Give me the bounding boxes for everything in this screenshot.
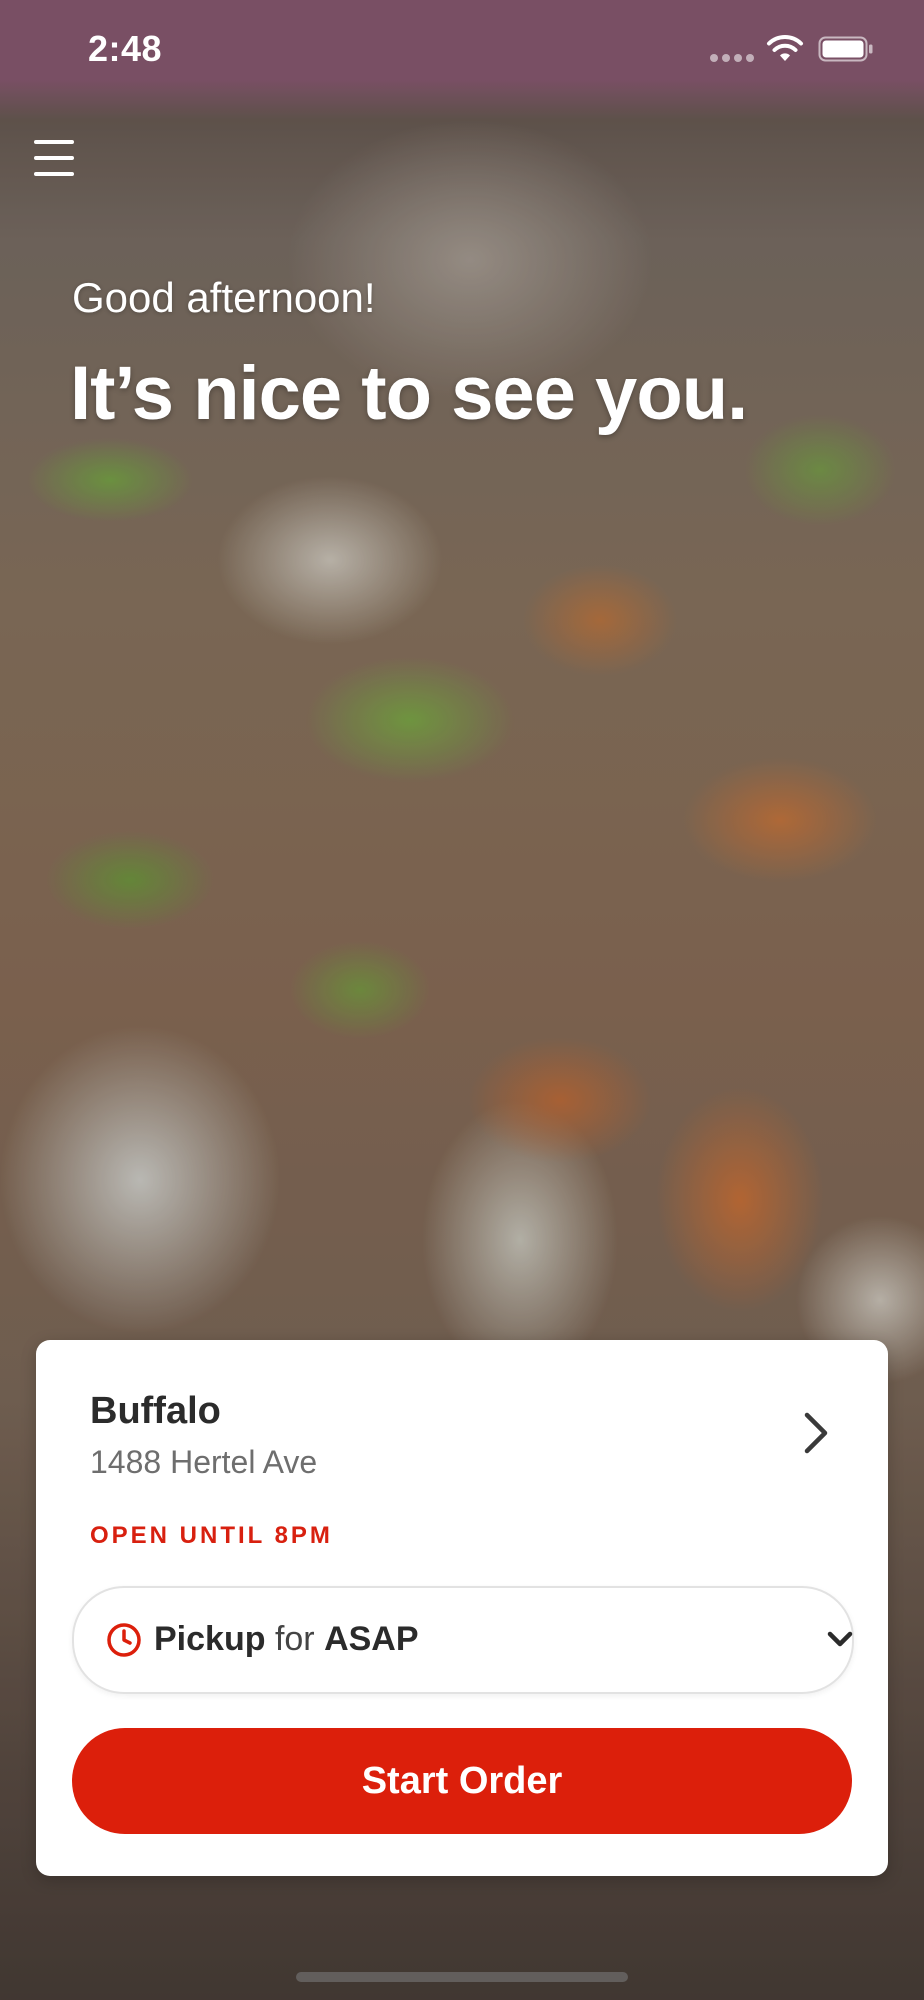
clock-icon — [107, 1623, 141, 1657]
location-name: Buffalo — [90, 1390, 221, 1432]
hamburger-icon[interactable] — [34, 140, 74, 176]
home-indicator[interactable] — [296, 1972, 628, 1982]
wifi-icon — [767, 35, 803, 61]
greeting-text: Good afternoon! — [72, 274, 376, 321]
cellular-signal-icon — [710, 54, 754, 62]
order-mode-type: Pickup — [154, 1620, 266, 1658]
order-card: Buffalo 1488 Hertel Ave OPEN UNTIL 8PM P… — [36, 1340, 888, 1876]
order-mode-time: ASAP — [324, 1620, 419, 1658]
chevron-down-icon — [827, 1631, 853, 1647]
battery-icon — [818, 36, 873, 62]
order-mode-label: Pickup for ASAP — [154, 1620, 419, 1659]
home-screen: 2:48 Good afternoon! It’s nice to see yo… — [0, 0, 924, 2000]
chevron-right-icon — [804, 1412, 828, 1454]
status-time: 2:48 — [88, 28, 163, 69]
start-order-button[interactable]: Start Order — [72, 1728, 852, 1834]
order-mode-dropdown[interactable]: Pickup for ASAP — [72, 1586, 854, 1694]
location-selector[interactable]: Buffalo 1488 Hertel Ave — [36, 1340, 888, 1490]
location-address: 1488 Hertel Ave — [90, 1444, 318, 1480]
hours-status: OPEN UNTIL 8PM — [90, 1522, 333, 1549]
welcome-headline: It’s nice to see you. — [70, 351, 748, 436]
order-mode-connector: for — [274, 1620, 315, 1658]
status-bar: 2:48 — [0, 0, 924, 100]
